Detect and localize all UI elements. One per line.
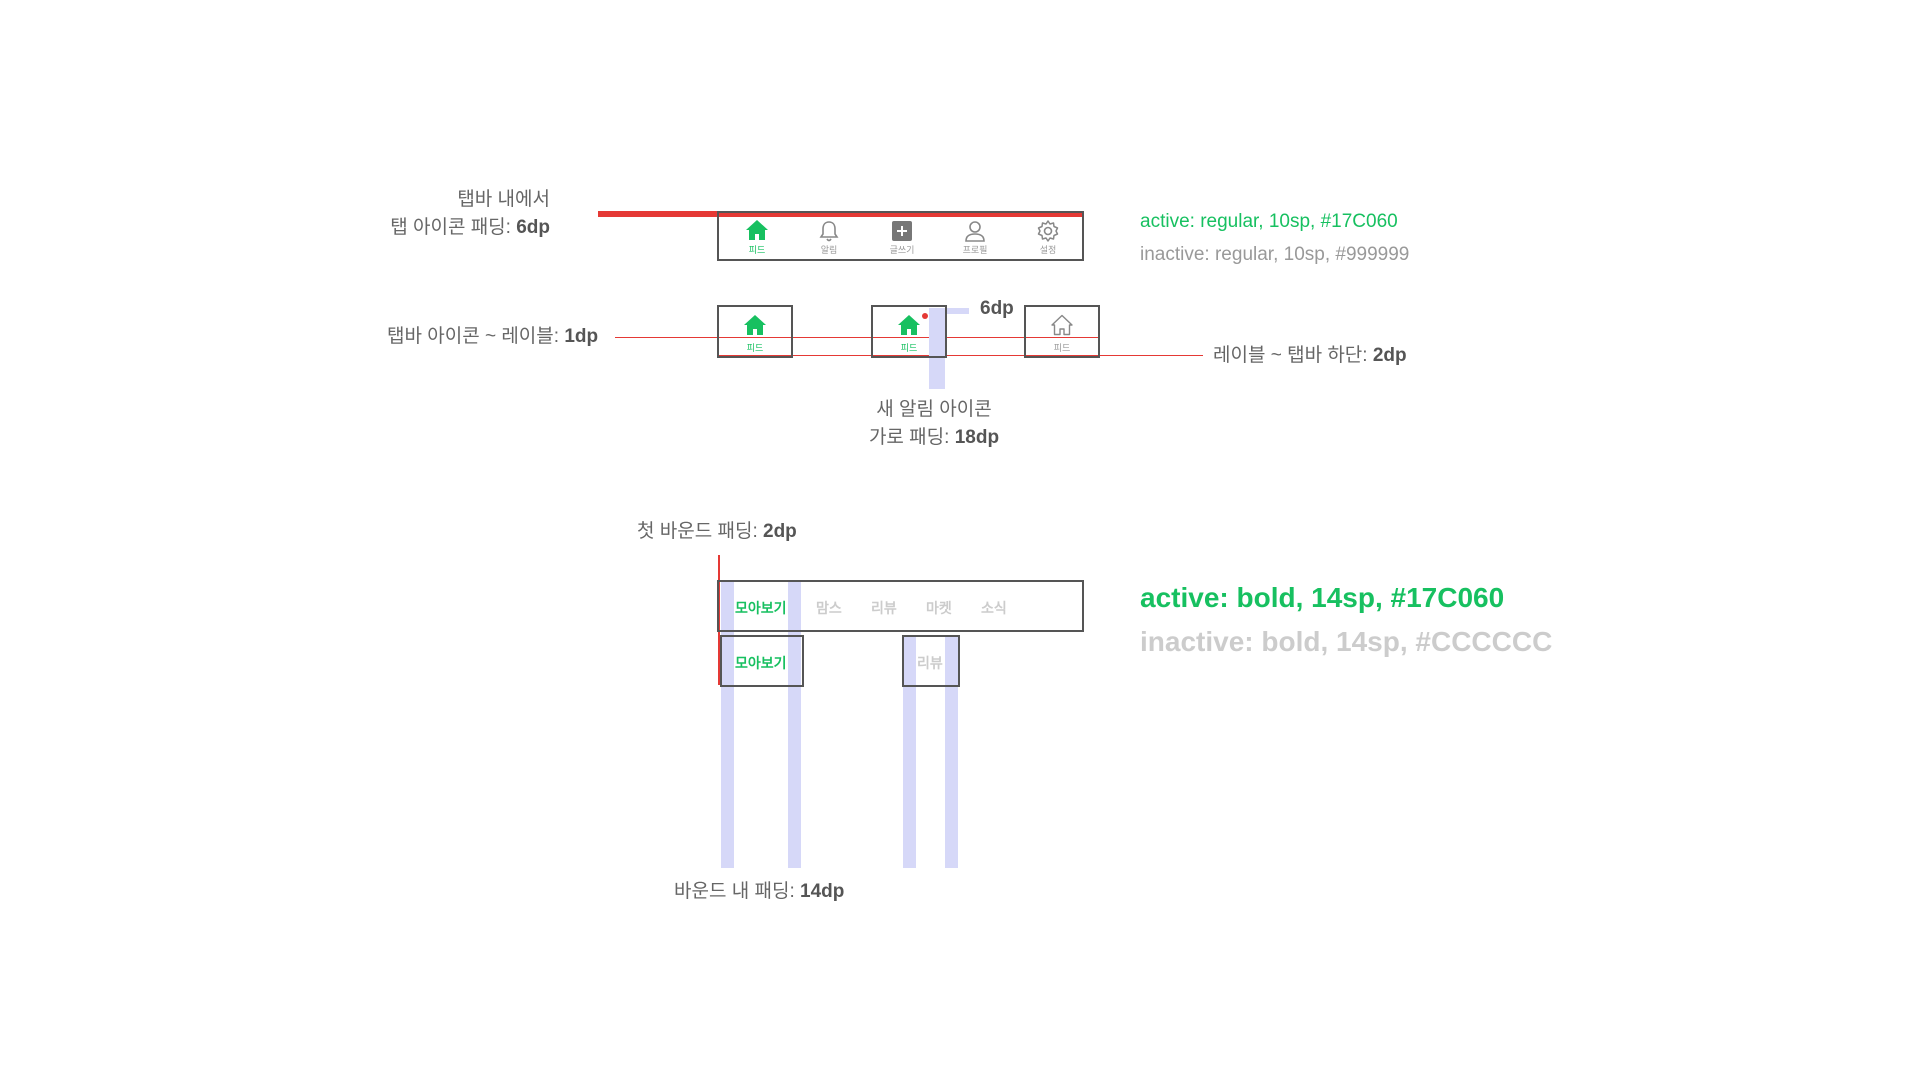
tab-example-active-label: 피드 bbox=[746, 343, 764, 353]
tab-inactive-spec: inactive: regular, 10sp, #999999 bbox=[1140, 244, 1410, 265]
category-market[interactable]: 마켓 bbox=[926, 598, 952, 618]
tab-alerts-label: 알림 bbox=[820, 245, 838, 255]
tab-write[interactable]: 글쓰기 bbox=[877, 214, 927, 264]
tab-example-active: 피드 bbox=[717, 305, 793, 358]
category-all[interactable]: 모아보기 bbox=[735, 598, 787, 618]
tab-feed[interactable]: 피드 bbox=[732, 214, 782, 264]
first-bound-padding-note: 첫 바운드 패딩: 2dp bbox=[637, 521, 797, 542]
inner-bound-padding-note: 바운드 내 패딩: 14dp bbox=[674, 881, 845, 902]
plus-square-icon bbox=[892, 221, 912, 241]
home-icon bbox=[744, 315, 766, 335]
new-alert-padding-line1: 새 알림 아이콘 bbox=[876, 399, 992, 420]
tab-example-badge-label: 피드 bbox=[900, 343, 918, 353]
category-news[interactable]: 소식 bbox=[981, 598, 1007, 618]
badge-offset-note: 6dp bbox=[980, 298, 1014, 319]
tab-example-badge: 피드 bbox=[871, 305, 947, 358]
new-alert-padding-note: 새 알림 아이콘 가로 패딩: 18dp bbox=[834, 396, 1034, 452]
home-icon bbox=[746, 220, 768, 240]
category-example-inactive-label: 리뷰 bbox=[917, 655, 943, 671]
gear-icon bbox=[1037, 220, 1059, 242]
tab-settings[interactable]: 설정 bbox=[1023, 214, 1073, 264]
tab-icon-padding-line1: 탭바 내에서 bbox=[457, 189, 550, 210]
category-moms[interactable]: 맘스 bbox=[816, 598, 842, 618]
tab-settings-label: 설정 bbox=[1039, 245, 1057, 255]
new-alert-padding-line2: 가로 패딩: 18dp bbox=[868, 427, 1000, 448]
category-inactive-spec: inactive: bold, 14sp, #CCCCCC bbox=[1140, 626, 1553, 657]
category-example-inactive: 리뷰 bbox=[902, 635, 960, 687]
category-active-spec: active: bold, 14sp, #17C060 bbox=[1140, 582, 1505, 613]
tab-example-inactive-label: 피드 bbox=[1053, 343, 1071, 353]
tab-icon-padding-line2: 탭 아이콘 패딩: 6dp bbox=[390, 217, 550, 238]
tab-alerts[interactable]: 알림 bbox=[804, 214, 854, 264]
new-alert-badge-dot bbox=[922, 313, 928, 319]
tab-active-spec: active: regular, 10sp, #17C060 bbox=[1140, 211, 1398, 232]
tab-feed-label: 피드 bbox=[748, 245, 766, 255]
bell-icon bbox=[819, 221, 839, 242]
label-to-bottom-note: 레이블 ~ 탭바 하단: 2dp bbox=[1213, 345, 1407, 366]
tab-example-inactive: 피드 bbox=[1024, 305, 1100, 358]
tab-icon-padding-note: 탭바 내에서 탭 아이콘 패딩: 6dp bbox=[340, 186, 550, 242]
home-icon bbox=[898, 315, 920, 335]
icon-to-label-note: 탭바 아이콘 ~ 레이블: 1dp bbox=[387, 326, 599, 347]
tab-profile[interactable]: 프로필 bbox=[950, 214, 1000, 264]
category-example-active: 모아보기 bbox=[720, 635, 804, 687]
category-example-active-label: 모아보기 bbox=[735, 655, 787, 671]
tab-write-label: 글쓰기 bbox=[889, 245, 915, 255]
person-icon bbox=[965, 221, 985, 242]
category-review[interactable]: 리뷰 bbox=[871, 598, 897, 618]
tab-profile-label: 프로필 bbox=[962, 245, 988, 255]
home-outline-icon bbox=[1051, 314, 1073, 336]
